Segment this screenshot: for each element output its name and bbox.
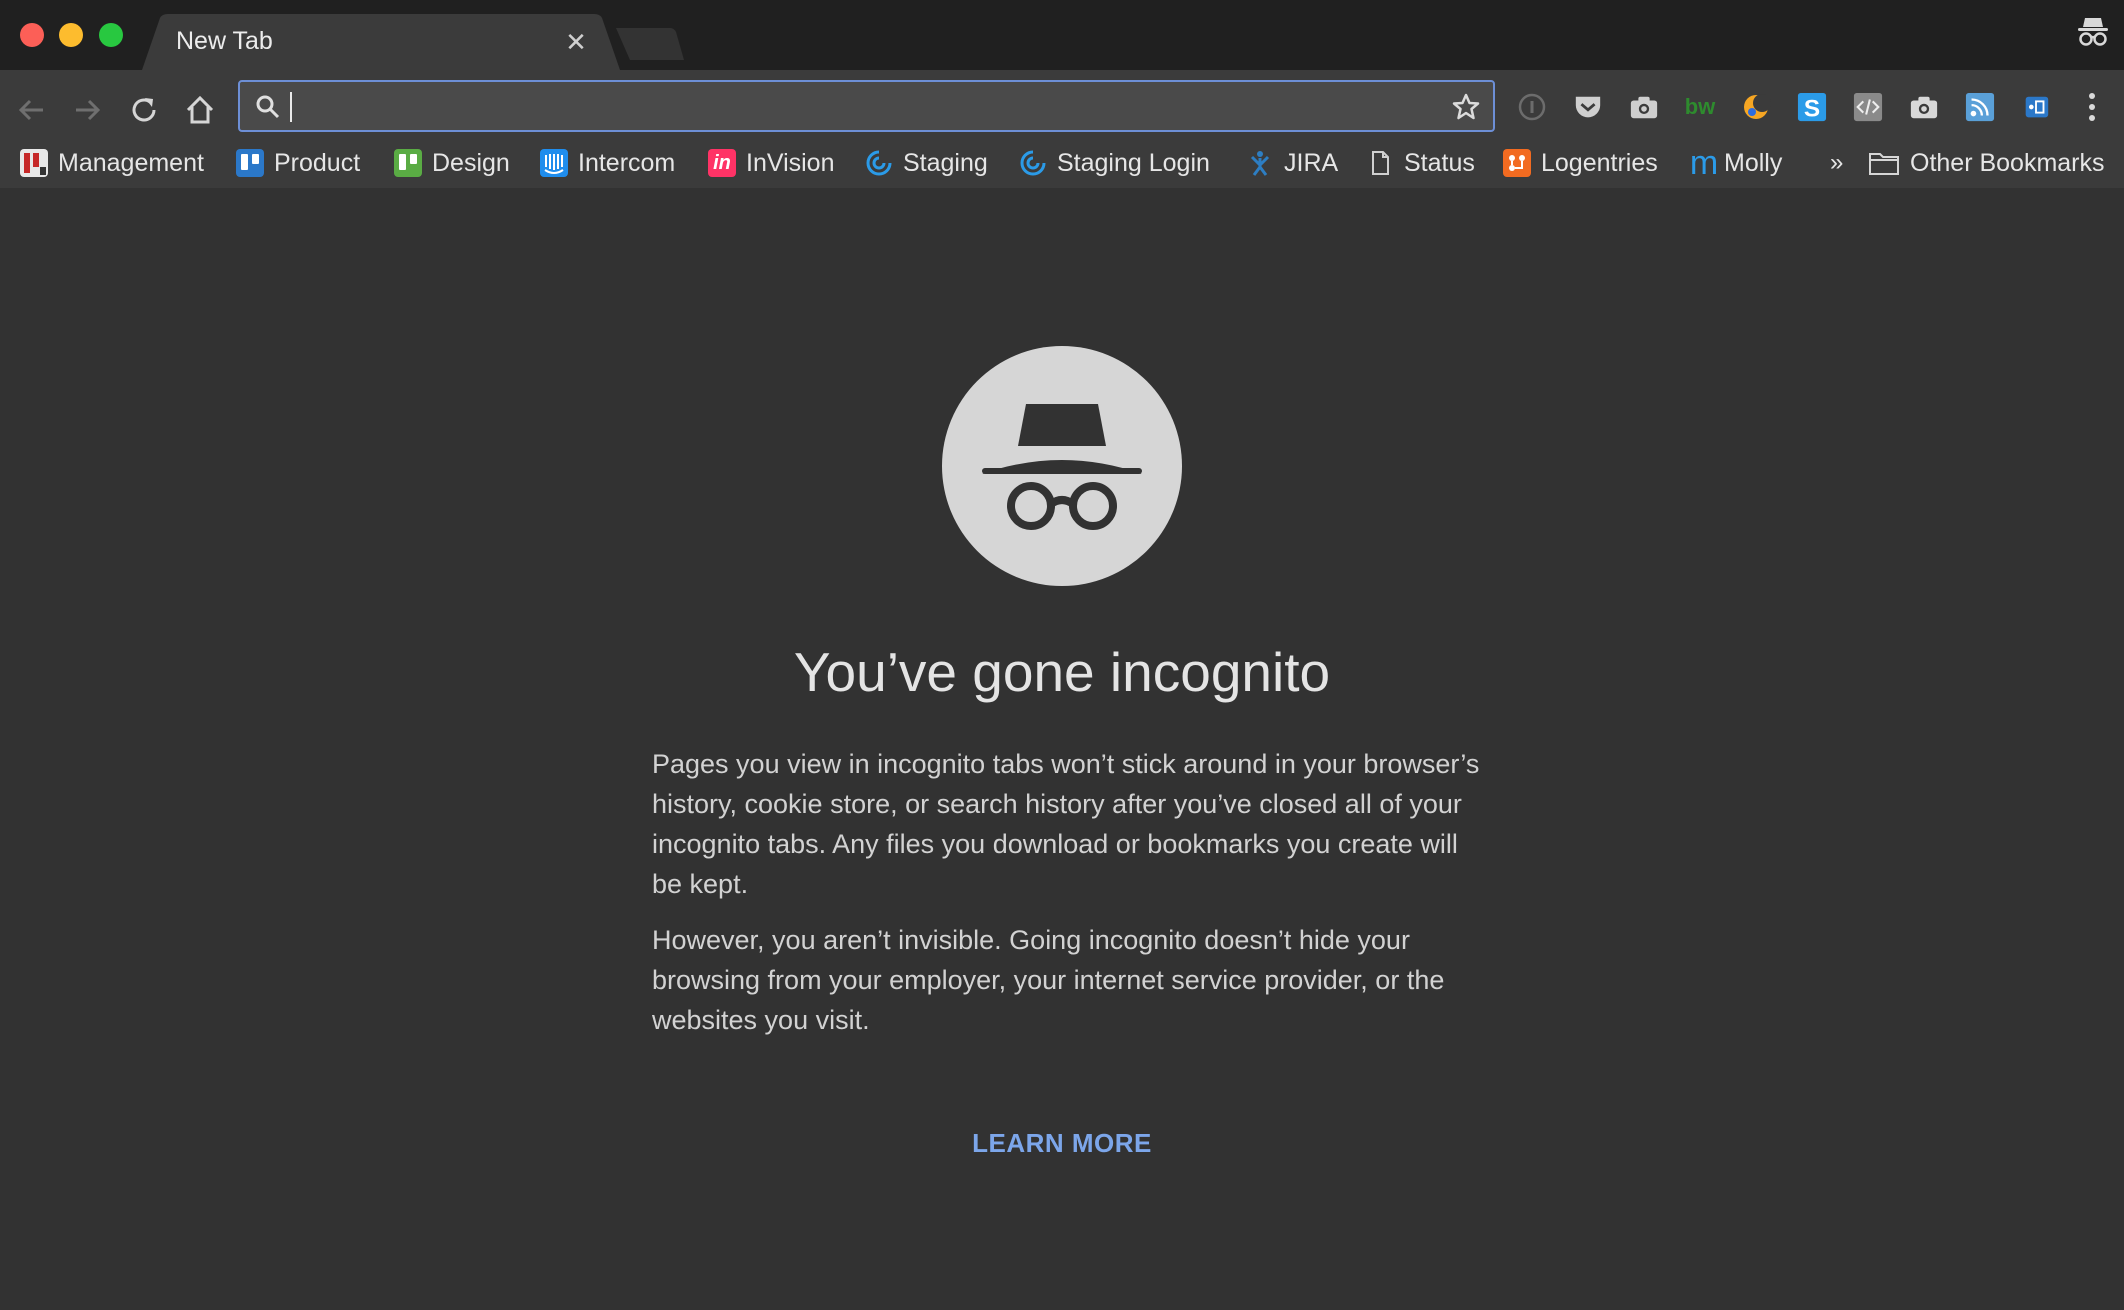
bookmark-label: JIRA — [1284, 148, 1339, 177]
other-bookmarks-folder[interactable]: Other Bookmarks — [1868, 144, 2105, 182]
pocket-extension-button[interactable] — [1573, 92, 1603, 122]
incognito-icon — [2078, 18, 2108, 46]
pocket-icon — [1575, 96, 1601, 118]
window-close-button[interactable] — [20, 23, 44, 47]
bookmark-logentries[interactable]: Logentries — [1503, 144, 1658, 182]
bookmark-label: Staging — [903, 148, 988, 177]
forward-arrow-icon — [76, 99, 101, 121]
blue-extension-button[interactable] — [2021, 92, 2051, 122]
screenshot-extension-button[interactable] — [1629, 92, 1659, 122]
tab-close-icon[interactable]: ✕ — [562, 28, 590, 56]
staging-icon — [1019, 149, 1047, 177]
folder-icon — [1868, 149, 1900, 177]
incognito-warning: However, you aren’t invisible. Going inc… — [652, 925, 1445, 1035]
bookmark-label: Status — [1404, 148, 1475, 177]
bookmark-design[interactable]: Design — [394, 144, 510, 182]
omnibox[interactable] — [238, 80, 1495, 132]
page-title: You’ve gone incognito — [793, 641, 1331, 703]
bookmark-product[interactable]: Product — [236, 144, 360, 182]
home-button[interactable] — [180, 90, 220, 130]
bw-icon: bw — [1684, 94, 1716, 119]
feed-extension-button[interactable] — [1965, 92, 1995, 122]
window-maximize-button[interactable] — [99, 23, 123, 47]
incognito-logo-icon — [942, 346, 1182, 586]
bookmark-label: Management — [58, 148, 204, 177]
title-bar: New Tab ✕ — [0, 0, 2124, 70]
bookmark-label: InVision — [746, 148, 835, 177]
bookmark-label: Intercom — [578, 148, 676, 177]
intercom-icon — [540, 149, 568, 177]
incognito-page: You’ve gone incognito Pages you view in … — [0, 188, 2124, 1310]
window-minimize-button[interactable] — [59, 23, 83, 47]
address-input[interactable] — [288, 89, 1388, 123]
s-logo-icon: S — [1797, 92, 1827, 122]
bookmark-staging-login[interactable]: Staging Login — [1019, 144, 1210, 182]
bookmark-label: Product — [274, 148, 361, 177]
code-icon — [1853, 92, 1883, 122]
tab-title: New Tab — [176, 27, 273, 55]
staging-icon — [865, 149, 893, 177]
text-caret — [290, 92, 292, 122]
search-icon — [256, 95, 280, 119]
camera-icon — [1630, 96, 1658, 119]
three-dots-vertical-icon — [2089, 93, 2095, 121]
bookmarks-overflow-button[interactable]: » — [1830, 144, 1843, 182]
code-extension-button[interactable] — [1853, 92, 1883, 122]
info-extension-button[interactable] — [1517, 92, 1547, 122]
orange-extension-button[interactable] — [1741, 92, 1771, 122]
trello-icon — [236, 149, 264, 177]
tab-new-tab[interactable]: New Tab ✕ — [142, 14, 620, 70]
info-circle-icon — [1518, 93, 1546, 121]
bookmark-management[interactable]: Management — [20, 144, 204, 182]
bookmark-staging[interactable]: Staging — [865, 144, 988, 182]
bookmark-jira[interactable]: JIRA — [1246, 144, 1338, 182]
bookmark-status[interactable]: Status — [1366, 144, 1475, 182]
blue-tag-icon — [2025, 96, 2049, 118]
bookmark-star-icon[interactable] — [1451, 92, 1481, 122]
learn-more-row: LEARN MORE — [0, 1128, 2124, 1159]
bookmark-intercom[interactable]: Intercom — [540, 144, 675, 182]
bookmark-label: Staging Login — [1057, 148, 1210, 177]
back-button[interactable] — [12, 90, 52, 130]
page-icon — [1366, 149, 1394, 177]
bookmark-molly[interactable]: m Molly — [1689, 143, 1783, 182]
molly-icon: m — [1689, 143, 1719, 182]
new-tab-button[interactable] — [616, 28, 684, 60]
reload-button[interactable] — [124, 90, 164, 130]
bookmark-label: Other Bookmarks — [1910, 148, 2105, 177]
logentries-icon — [1503, 149, 1531, 177]
crescent-icon — [1744, 94, 1771, 119]
trello-icon — [394, 149, 422, 177]
home-icon — [186, 95, 214, 124]
svg-text:S: S — [1804, 95, 1820, 122]
invision-icon: in — [708, 149, 736, 177]
management-icon — [20, 149, 48, 177]
camera-icon — [1910, 96, 1938, 119]
reload-icon — [132, 98, 156, 122]
bookmark-invision[interactable]: in InVision — [708, 144, 835, 182]
bw-extension-button[interactable]: bw — [1684, 92, 1716, 122]
bookmark-label: Design — [432, 148, 510, 177]
bookmark-label: Logentries — [1541, 148, 1658, 177]
bookmark-label: Molly — [1724, 148, 1783, 177]
jira-icon — [1246, 149, 1274, 177]
learn-more-link[interactable]: LEARN MORE — [972, 1128, 1152, 1158]
forward-button[interactable] — [67, 90, 107, 130]
menu-button[interactable] — [2077, 92, 2107, 122]
camera2-extension-button[interactable] — [1909, 92, 1939, 122]
incognito-description: Pages you view in incognito tabs won’t s… — [652, 749, 1480, 899]
bookmarks-bar: Management Product Design Intercom in In… — [0, 140, 2124, 188]
feed-icon — [1965, 92, 1995, 122]
back-arrow-icon — [18, 99, 43, 121]
chevron-double-right-icon: » — [1830, 149, 1844, 176]
s-extension-button[interactable]: S — [1797, 92, 1827, 122]
